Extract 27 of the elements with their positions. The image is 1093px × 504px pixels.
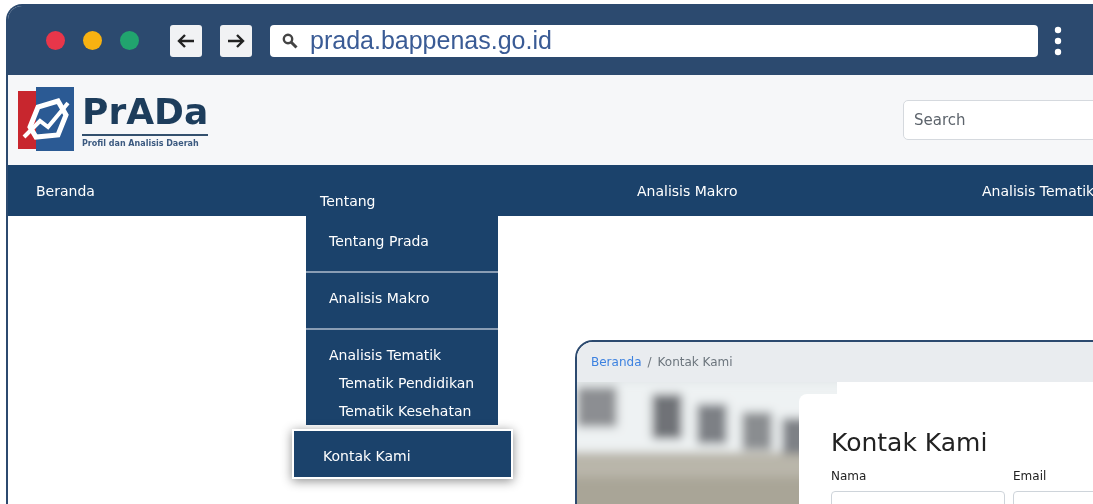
logo-title: PrADa (82, 92, 209, 136)
dropdown-subitem[interactable]: Tematik Kesehatan (329, 403, 498, 419)
maximize-window-icon[interactable] (120, 31, 139, 50)
dropdown-item[interactable]: Kontak Kami (292, 429, 513, 479)
nav-item[interactable]: Analisis Makro (637, 165, 982, 199)
logo-subtitle: Profil dan Analisis Daerah (82, 139, 200, 148)
forward-button[interactable] (220, 24, 252, 57)
dropdown-item[interactable]: Analisis Tematik (329, 347, 498, 363)
back-button[interactable] (170, 24, 202, 57)
back-arrow-icon (177, 32, 195, 49)
field-label: Nama (831, 469, 868, 483)
breadcrumb-current: Kontak Kami (657, 355, 733, 369)
dropdown-item[interactable]: Analisis Makro (306, 273, 498, 330)
nav-item[interactable]: Beranda (36, 165, 320, 199)
forward-arrow-icon (227, 32, 245, 49)
form-title: Kontak Kami (831, 428, 989, 457)
breadcrumb-separator: / (647, 355, 652, 369)
url-text: prada.bappenas.go.id (310, 26, 552, 55)
search-icon (282, 32, 298, 49)
minimize-window-icon[interactable] (83, 31, 102, 50)
address-bar[interactable]: prada.bappenas.go.id (270, 24, 1038, 57)
dropdown-item[interactable]: Tentang Prada (306, 216, 498, 273)
search-field[interactable]: Search (903, 100, 1093, 140)
field-label: Email (1013, 469, 1048, 483)
nav-item[interactable]: Tentang (320, 165, 637, 209)
dropdown-subitem[interactable]: Tematik Pendidikan (329, 375, 498, 391)
kebab-menu-icon[interactable] (1054, 25, 1062, 56)
